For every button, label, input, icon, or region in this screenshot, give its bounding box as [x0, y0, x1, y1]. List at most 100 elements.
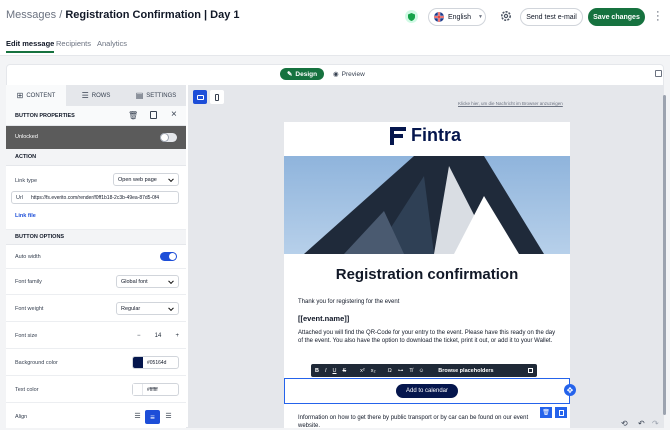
tab-analytics[interactable]: Analytics: [97, 39, 127, 48]
fullscreen-icon[interactable]: [655, 70, 662, 77]
duplicate-icon[interactable]: [150, 111, 157, 119]
top-bar: Messages / Registration Confirmation | D…: [0, 0, 670, 34]
chevron-down-icon: ▼: [477, 14, 483, 20]
canvas-scrollbar[interactable]: [663, 95, 666, 415]
properties-title: BUTTON PROPERTIES: [15, 112, 75, 119]
align-center-button[interactable]: ≡: [145, 410, 160, 424]
desktop-view-button[interactable]: [193, 90, 207, 104]
text-color-label: Text color: [15, 387, 39, 393]
preview-toggle[interactable]: ◉ Preview: [333, 68, 365, 80]
link-button[interactable]: ⊶: [398, 368, 404, 374]
align-right-button[interactable]: ☰: [163, 412, 174, 422]
move-handle-icon[interactable]: ✥: [564, 384, 576, 396]
font-family-label: Font family: [15, 279, 42, 285]
url-label: Url: [16, 194, 24, 201]
link-file-link[interactable]: Link file: [15, 213, 36, 219]
url-field[interactable]: Url https://fs.everito.com/render/f0ff1b…: [11, 191, 179, 204]
block-duplicate-button[interactable]: [555, 407, 567, 418]
link-type-value: Open web page: [118, 176, 157, 183]
font-family-value: Global font: [121, 278, 148, 285]
expand-icon[interactable]: [528, 368, 533, 373]
auto-width-label: Auto width: [15, 254, 41, 260]
eye-icon: ◉: [333, 71, 339, 78]
email-body: Klicke hier, um die Nachricht im Browser…: [284, 101, 570, 429]
design-toggle[interactable]: ✎ Design: [280, 68, 324, 80]
emoji-button[interactable]: ☺: [419, 368, 425, 374]
brand-name: Fintra: [411, 125, 462, 145]
close-icon[interactable]: ×: [171, 109, 177, 120]
thanks-text[interactable]: Thank you for registering for the event: [298, 299, 399, 305]
text-color-field[interactable]: #ffffff: [132, 383, 179, 396]
browser-link[interactable]: Klicke hier, um die Nachricht im Browser…: [458, 101, 563, 106]
font-weight-select[interactable]: Regular: [116, 302, 179, 315]
text-toolbar: B I U S x² x₂ Ω ⊶ T̸ ☺ Browse placeholde…: [311, 364, 537, 377]
font-weight-row: Font weight Regular: [6, 295, 186, 322]
special-char-button[interactable]: Ω: [388, 368, 392, 374]
gear-icon[interactable]: [500, 10, 512, 24]
superscript-button[interactable]: x²: [360, 368, 365, 374]
history-icon[interactable]: ⟲: [621, 419, 628, 428]
monitor-icon: [196, 94, 204, 100]
redo-icon[interactable]: ↷: [652, 419, 659, 428]
text-color-swatch[interactable]: [133, 384, 143, 395]
tab-settings-label: SETTINGS: [146, 92, 177, 99]
event-placeholder[interactable]: [[event.name]]: [298, 314, 349, 323]
bg-color-field[interactable]: #05164d: [132, 356, 179, 369]
bg-color-value: #05164d: [147, 359, 167, 366]
auto-width-toggle[interactable]: [160, 252, 177, 261]
plus-button[interactable]: +: [172, 333, 182, 339]
send-test-button[interactable]: Send test e-mail: [520, 8, 583, 26]
underline-button[interactable]: U: [333, 368, 337, 374]
shield-icon[interactable]: [405, 10, 418, 23]
save-button[interactable]: Save changes: [588, 8, 645, 26]
bg-color-swatch[interactable]: [133, 357, 143, 368]
sidebar-tabs: ⊞ CONTENT ☰ ROWS ▤ SETTINGS: [6, 85, 186, 106]
hero-image: [284, 156, 570, 254]
tab-edit-message[interactable]: Edit message: [6, 39, 55, 53]
preview-label: Preview: [341, 70, 365, 78]
uk-flag-icon: [434, 12, 444, 22]
font-size-stepper[interactable]: − 14 +: [134, 329, 182, 342]
minus-button[interactable]: −: [134, 333, 144, 339]
mobile-icon: [215, 93, 219, 101]
add-to-calendar-button[interactable]: Add to calendar: [396, 384, 458, 398]
main-tabs: Edit message Recipients Analytics: [0, 34, 670, 56]
options-title: BUTTON OPTIONS: [15, 234, 65, 240]
more-vertical-icon[interactable]: · · ·: [656, 7, 660, 26]
rows-icon: ☰: [81, 91, 89, 100]
browse-placeholders-button[interactable]: Browse placeholders: [438, 368, 493, 374]
subscript-button[interactable]: x₂: [371, 368, 376, 374]
action-header: ACTION: [6, 149, 186, 166]
italic-button[interactable]: I: [325, 368, 327, 374]
tab-content[interactable]: ⊞ CONTENT: [6, 85, 66, 106]
tab-rows[interactable]: ☰ ROWS: [66, 85, 126, 106]
link-type-select[interactable]: Open web page: [113, 173, 179, 186]
chevron-down-icon: [168, 304, 174, 311]
font-family-row: Font family Global font: [6, 269, 186, 295]
strikethrough-button[interactable]: S: [343, 368, 347, 374]
bold-button[interactable]: B: [315, 368, 319, 374]
lock-label: Unlocked: [15, 134, 38, 140]
block-delete-button[interactable]: 🗑: [540, 407, 552, 418]
auto-width-row: Auto width: [6, 245, 186, 269]
design-label: Design: [295, 70, 318, 78]
undo-icon[interactable]: ↶: [638, 419, 645, 428]
align-left-button[interactable]: ☰: [132, 412, 143, 422]
page-title: Registration Confirmation | Day 1: [65, 9, 240, 21]
language-select[interactable]: English ▼: [428, 8, 486, 26]
brand-logo: Fintra: [390, 125, 461, 146]
fintra-logo-icon: [390, 126, 406, 145]
tab-recipients[interactable]: Recipients: [56, 39, 91, 48]
delete-icon[interactable]: 🗑: [128, 111, 138, 120]
body-text[interactable]: Attached you will find the QR-Code for y…: [298, 330, 558, 345]
lock-toggle[interactable]: [160, 133, 177, 142]
breadcrumb: Messages / Registration Confirmation | D…: [6, 9, 240, 21]
breadcrumb-parent[interactable]: Messages: [6, 9, 56, 21]
clear-format-button[interactable]: T̸: [409, 368, 412, 374]
email-heading[interactable]: Registration confirmation: [284, 266, 570, 283]
font-size-value[interactable]: 14: [155, 333, 162, 339]
font-family-select[interactable]: Global font: [116, 275, 179, 288]
button-block[interactable]: Add to calendar: [284, 378, 570, 404]
mobile-view-button[interactable]: [210, 90, 224, 104]
tab-settings[interactable]: ▤ SETTINGS: [126, 85, 186, 106]
